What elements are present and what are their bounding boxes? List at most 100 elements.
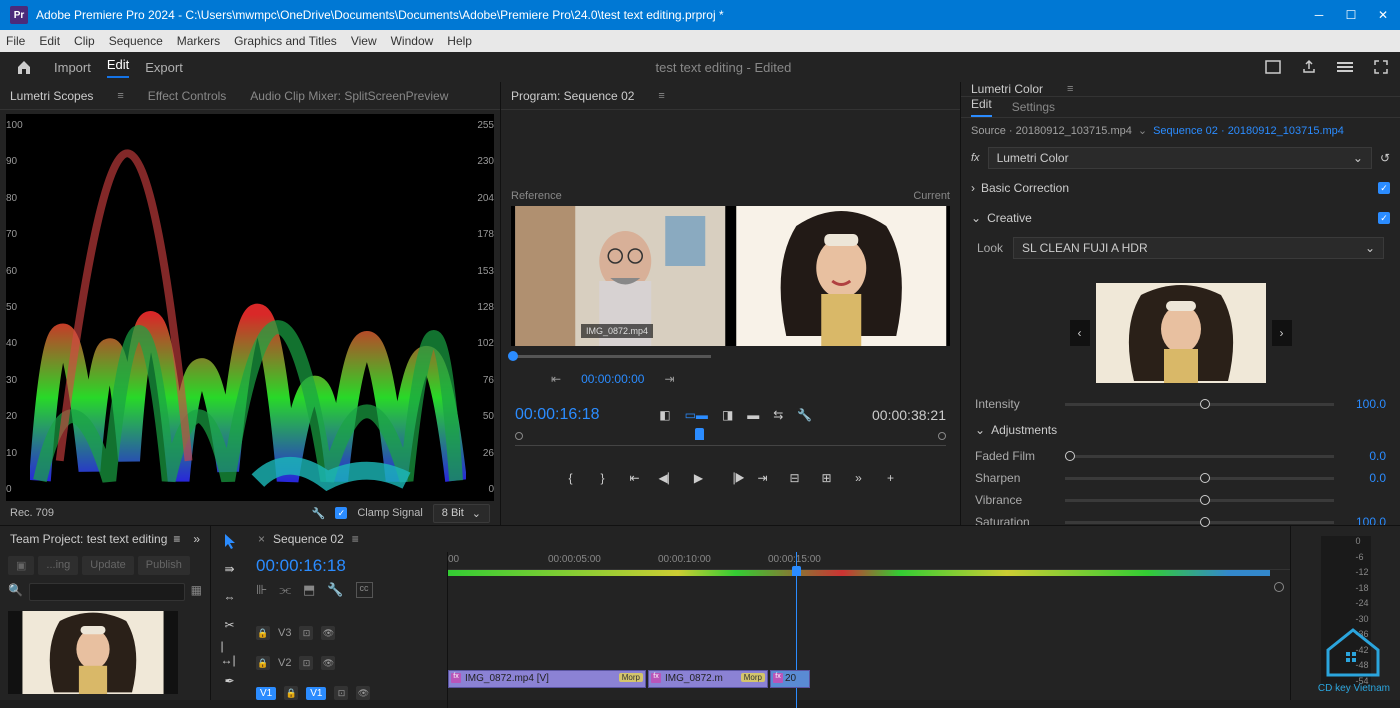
- menu-clip[interactable]: Clip: [74, 34, 95, 48]
- track-lock-icon[interactable]: 🔒: [284, 686, 298, 700]
- next-edit-icon[interactable]: ⇥: [755, 471, 771, 485]
- source-v1[interactable]: V1: [256, 687, 276, 700]
- tab-effect-controls[interactable]: Effect Controls: [148, 89, 226, 103]
- fullscreen-icon[interactable]: [1372, 58, 1390, 76]
- vibrance-slider[interactable]: [1065, 499, 1334, 502]
- more-icon[interactable]: »: [851, 471, 867, 485]
- faded-slider[interactable]: [1065, 455, 1334, 458]
- publish-button[interactable]: Publish: [138, 556, 190, 575]
- comparison-slider[interactable]: [511, 355, 711, 358]
- source-clip[interactable]: Source · 20180912_103715.mp4: [971, 125, 1132, 137]
- selection-tool[interactable]: [221, 532, 239, 550]
- project-title[interactable]: Team Project: test text editing: [10, 532, 167, 546]
- tab-lumetri-scopes[interactable]: Lumetri Scopes: [10, 89, 93, 103]
- marker-icon[interactable]: ⬒: [303, 582, 315, 598]
- wrench-icon[interactable]: 🔧: [312, 507, 326, 520]
- workspace-edit[interactable]: Edit: [107, 57, 129, 78]
- project-thumbnail[interactable]: [8, 611, 178, 694]
- tc-current[interactable]: 00:00:16:18: [515, 406, 600, 424]
- half-icon[interactable]: ◨: [722, 408, 733, 422]
- update-button[interactable]: Update: [82, 556, 133, 575]
- clip-v1-a[interactable]: fxIMG_0872.mp4 [V]Morp: [448, 670, 646, 688]
- pen-tool[interactable]: ✒: [221, 672, 239, 690]
- menu-help[interactable]: Help: [447, 34, 472, 48]
- timeline-tc[interactable]: 00:00:16:18: [256, 556, 439, 576]
- add-button-icon[interactable]: +: [883, 471, 899, 485]
- link-icon[interactable]: ⫘: [279, 582, 291, 598]
- tc-reference[interactable]: 00:00:00:00: [581, 372, 644, 386]
- mini-timeline[interactable]: [515, 430, 946, 446]
- clamp-checkbox[interactable]: ✓: [335, 507, 347, 519]
- quick-export-icon[interactable]: [1264, 58, 1282, 76]
- tab-lumetri-color[interactable]: Lumetri Color: [971, 82, 1043, 96]
- track-eye-icon[interactable]: 👁: [321, 626, 335, 640]
- program-preview[interactable]: IMG_0872.mp4: [511, 206, 950, 346]
- look-select[interactable]: SL CLEAN FUJI A HDR⌄: [1013, 237, 1384, 259]
- step-back-icon[interactable]: ◀⎸: [659, 471, 675, 486]
- menu-file[interactable]: File: [6, 34, 25, 48]
- lumetri-settings-tab[interactable]: Settings: [1012, 100, 1055, 114]
- search-input[interactable]: [29, 583, 185, 601]
- track-v2[interactable]: V2: [278, 657, 291, 669]
- step-forward-icon[interactable]: ⎹▶: [723, 471, 739, 486]
- track-select-tool[interactable]: ⇛: [221, 560, 239, 578]
- maximize-button[interactable]: ☐: [1344, 8, 1358, 22]
- timeline-ruler[interactable]: 00 00:00:05:00 00:00:10:00 00:00:15:00: [448, 552, 1290, 570]
- new-item-icon[interactable]: ▦: [191, 583, 202, 601]
- intensity-value[interactable]: 100.0: [1344, 397, 1386, 411]
- lumetri-edit-tab[interactable]: Edit: [971, 97, 992, 117]
- tab-program[interactable]: Program: Sequence 02: [511, 89, 634, 103]
- bin-icon[interactable]: ▣: [8, 556, 34, 575]
- section-basic-correction[interactable]: › Basic Correction ✓: [961, 173, 1400, 203]
- adjustments-head[interactable]: ⌄ Adjustments: [961, 415, 1400, 445]
- fx-icon[interactable]: fx: [971, 152, 980, 164]
- track-eye-icon[interactable]: 👁: [321, 656, 335, 670]
- track-v1[interactable]: V1: [306, 687, 326, 700]
- creative-enable-checkbox[interactable]: ✓: [1378, 212, 1390, 224]
- settings-icon[interactable]: 🔧: [797, 408, 812, 422]
- pending-pill[interactable]: ...ing: [38, 556, 78, 575]
- track-sync-icon[interactable]: ⊡: [299, 626, 313, 640]
- mark-in-icon[interactable]: {: [563, 471, 579, 485]
- panel-menu-icon[interactable]: ≡: [117, 90, 123, 102]
- track-sync-icon[interactable]: ⊡: [299, 656, 313, 670]
- split-icon[interactable]: ▭▬: [685, 408, 708, 422]
- panel-menu-icon[interactable]: ≡: [1067, 83, 1073, 95]
- close-button[interactable]: ✕: [1376, 8, 1390, 22]
- menu-edit[interactable]: Edit: [39, 34, 60, 48]
- minimize-button[interactable]: ─: [1312, 8, 1326, 22]
- clip-v1-c[interactable]: fx20: [770, 670, 810, 688]
- reset-icon[interactable]: ↺: [1380, 151, 1390, 165]
- menu-window[interactable]: Window: [391, 34, 434, 48]
- track-lock-icon[interactable]: 🔒: [256, 656, 270, 670]
- panel-menu-icon[interactable]: ≡: [173, 532, 180, 546]
- basic-enable-checkbox[interactable]: ✓: [1378, 182, 1390, 194]
- zoom-handle[interactable]: [1274, 582, 1284, 592]
- menu-view[interactable]: View: [351, 34, 377, 48]
- menu-sequence[interactable]: Sequence: [109, 34, 163, 48]
- menu-markers[interactable]: Markers: [177, 34, 220, 48]
- settings-icon[interactable]: 🔧: [327, 582, 343, 598]
- goto-out-icon[interactable]: ⇥: [664, 372, 674, 386]
- menu-graphics[interactable]: Graphics and Titles: [234, 34, 337, 48]
- intensity-slider[interactable]: [1065, 403, 1334, 406]
- panel-menu-icon[interactable]: ≡: [658, 90, 664, 102]
- slip-tool[interactable]: |↔|: [221, 644, 239, 662]
- sharpen-slider[interactable]: [1065, 477, 1334, 480]
- swap-icon[interactable]: ⇆: [773, 408, 783, 422]
- goto-in-icon[interactable]: ⇤: [551, 372, 561, 386]
- play-icon[interactable]: ▶: [691, 471, 707, 485]
- comparison-icon[interactable]: ◧: [659, 408, 670, 422]
- full-icon[interactable]: ▬: [747, 408, 759, 422]
- ripple-tool[interactable]: ⇔: [221, 588, 239, 606]
- timeline-tab[interactable]: Sequence 02: [273, 532, 344, 546]
- share-icon[interactable]: [1300, 58, 1318, 76]
- next-look-icon[interactable]: ›: [1272, 320, 1292, 346]
- overflow-icon[interactable]: »: [193, 532, 200, 546]
- track-eye-icon[interactable]: 👁: [356, 686, 370, 700]
- caption-icon[interactable]: cc: [356, 582, 373, 598]
- lift-icon[interactable]: ⊟: [787, 471, 803, 485]
- razor-tool[interactable]: ✂: [221, 616, 239, 634]
- mark-out-icon[interactable]: }: [595, 471, 611, 485]
- workspace-menu-icon[interactable]: [1336, 58, 1354, 76]
